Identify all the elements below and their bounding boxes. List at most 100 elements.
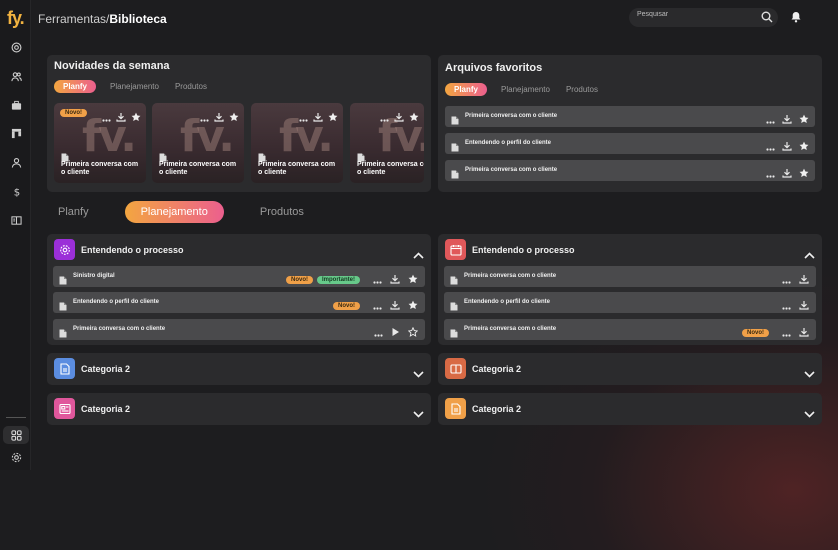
search-input[interactable] xyxy=(637,11,747,18)
file-row[interactable]: Primeira conversa com o cliente xyxy=(444,266,816,287)
chevron-down-icon[interactable] xyxy=(413,405,424,423)
download-icon[interactable] xyxy=(390,297,400,315)
section-title: Entendendo o processo xyxy=(81,245,184,255)
favorites-tabs: Planfy Planejamento Produtos xyxy=(445,83,612,96)
document-icon xyxy=(445,398,466,419)
weekly-title: Novidades da semana xyxy=(54,60,170,72)
file-row[interactable]: Entendendo o perfil do cliente xyxy=(444,292,816,313)
category-section: Categoria 2 xyxy=(438,393,822,425)
more-icon[interactable] xyxy=(102,109,111,127)
user-icon[interactable] xyxy=(8,154,24,170)
favorites-tab-produtos[interactable]: Produtos xyxy=(564,83,600,96)
more-icon[interactable] xyxy=(766,111,775,129)
grid-icon[interactable] xyxy=(8,427,24,443)
settings-icon[interactable] xyxy=(8,449,24,465)
more-icon[interactable] xyxy=(766,138,775,156)
main-tab-planfy[interactable]: Planfy xyxy=(47,206,100,218)
search-icon[interactable] xyxy=(761,11,773,23)
more-icon[interactable] xyxy=(373,297,382,315)
weekly-tab-planejamento[interactable]: Planejamento xyxy=(108,80,161,93)
bell-icon[interactable] xyxy=(790,11,802,23)
star-icon[interactable] xyxy=(328,109,338,127)
breadcrumb-parent[interactable]: Ferramentas/ xyxy=(38,12,109,26)
download-icon[interactable] xyxy=(390,271,400,289)
sidebar-divider xyxy=(6,417,26,418)
download-icon[interactable] xyxy=(394,109,404,127)
download-icon[interactable] xyxy=(782,165,792,183)
file-label: Primeira conversa com o cliente xyxy=(464,273,557,279)
more-icon[interactable] xyxy=(782,297,791,315)
download-icon[interactable] xyxy=(782,111,792,129)
star-icon[interactable] xyxy=(408,297,418,315)
breadcrumb: Ferramentas/Biblioteca xyxy=(38,10,167,28)
search-bar[interactable] xyxy=(629,8,778,27)
new-badge: Novo! xyxy=(333,302,360,310)
favorites-tab-planfy[interactable]: Planfy xyxy=(445,83,488,96)
chevron-up-icon[interactable] xyxy=(804,246,815,264)
main-tab-planejamento[interactable]: Planejamento xyxy=(124,201,224,223)
weekly-tab-produtos[interactable]: Produtos xyxy=(173,80,209,93)
star-icon[interactable] xyxy=(799,165,809,183)
users-icon[interactable] xyxy=(8,68,24,84)
weekly-item[interactable]: fv.Primeira conversa com o cliente xyxy=(152,103,244,183)
chevron-down-icon[interactable] xyxy=(804,365,815,383)
favorite-row[interactable]: Entendendo o perfil do cliente xyxy=(445,133,815,154)
download-icon[interactable] xyxy=(313,109,323,127)
file-row[interactable]: Entendendo o perfil do cliente Novo! xyxy=(53,292,425,313)
file-row[interactable]: Primeira conversa com o cliente xyxy=(53,319,425,340)
download-icon[interactable] xyxy=(799,297,809,315)
favorite-row[interactable]: Primeira conversa com o cliente xyxy=(445,160,815,181)
more-icon[interactable] xyxy=(200,109,209,127)
more-icon[interactable] xyxy=(766,165,775,183)
document-icon xyxy=(450,272,458,290)
dollar-icon[interactable]: $ xyxy=(8,183,24,199)
section-title: Categoria 2 xyxy=(81,404,131,414)
more-icon[interactable] xyxy=(380,109,389,127)
play-icon[interactable] xyxy=(391,324,400,342)
star-outline-icon[interactable] xyxy=(407,324,419,342)
download-icon[interactable] xyxy=(214,109,224,127)
star-icon[interactable] xyxy=(409,109,419,127)
category-section: Categoria 2 xyxy=(47,393,431,425)
chevron-down-icon[interactable] xyxy=(413,365,424,383)
download-icon[interactable] xyxy=(799,271,809,289)
download-icon[interactable] xyxy=(116,109,126,127)
section-title: Categoria 2 xyxy=(472,404,522,414)
more-icon[interactable] xyxy=(782,271,791,289)
chevron-up-icon[interactable] xyxy=(413,246,424,264)
document-icon xyxy=(451,112,459,130)
star-icon[interactable] xyxy=(131,109,141,127)
weekly-tab-planfy[interactable]: Planfy xyxy=(54,80,97,93)
more-icon[interactable] xyxy=(782,324,791,342)
more-icon[interactable] xyxy=(299,109,308,127)
star-icon[interactable] xyxy=(229,109,239,127)
category-section: Categoria 2 xyxy=(47,353,431,385)
weekly-item[interactable]: fv. Novo! Primeira conversa com o cliente xyxy=(54,103,146,183)
weekly-item-title: Primeira conversa com o cliente xyxy=(357,161,424,176)
new-badge: Novo! xyxy=(742,329,769,337)
favorite-row[interactable]: Primeira conversa com o cliente xyxy=(445,106,815,127)
category-section: Entendendo o processo Sinistro digital Nov… xyxy=(47,234,431,345)
more-icon[interactable] xyxy=(373,271,382,289)
file-row[interactable]: Primeira conversa com o cliente Novo! xyxy=(444,319,816,340)
file-row[interactable]: Sinistro digital Novo! Importante! xyxy=(53,266,425,287)
download-icon[interactable] xyxy=(782,138,792,156)
star-icon[interactable] xyxy=(408,271,418,289)
weekly-item-title: Primeira conversa com o cliente xyxy=(159,161,237,176)
kanban-icon[interactable] xyxy=(8,125,24,141)
favorites-tab-planejamento[interactable]: Planejamento xyxy=(499,83,552,96)
weekly-item[interactable]: fv.Primeira conversa com o cliente xyxy=(350,103,424,183)
library-icon[interactable] xyxy=(8,212,24,228)
star-icon[interactable] xyxy=(799,111,809,129)
weekly-item[interactable]: fv.Primeira conversa com o cliente xyxy=(251,103,343,183)
target-icon[interactable] xyxy=(8,39,24,55)
more-icon[interactable] xyxy=(374,324,383,342)
svg-text:$: $ xyxy=(13,187,19,196)
document-icon xyxy=(451,139,459,157)
chevron-down-icon[interactable] xyxy=(804,405,815,423)
download-icon[interactable] xyxy=(799,324,809,342)
briefcase-icon[interactable] xyxy=(8,97,24,113)
star-icon[interactable] xyxy=(799,138,809,156)
favorites-title: Arquivos favoritos xyxy=(445,62,543,74)
main-tab-produtos[interactable]: Produtos xyxy=(249,206,315,218)
